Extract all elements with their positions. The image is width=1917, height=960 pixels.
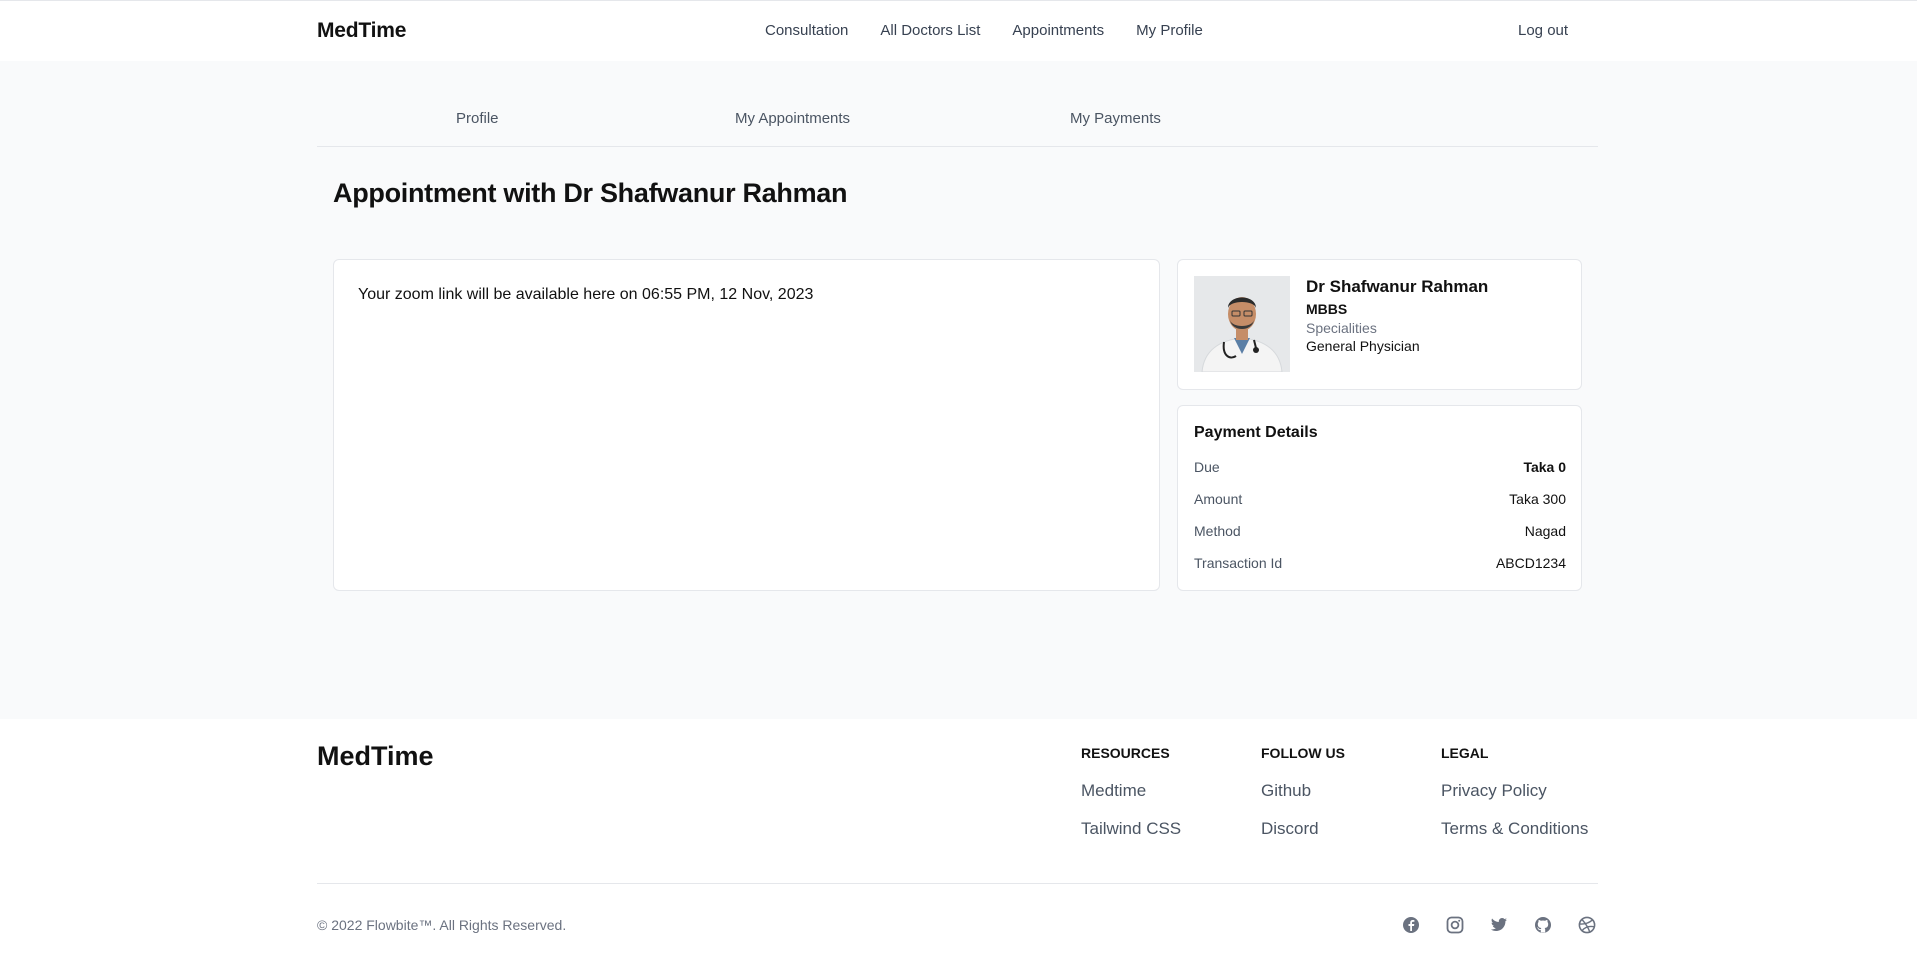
footer-link-terms-conditions[interactable]: Terms & Conditions [1441, 819, 1588, 839]
payment-row-amount: Amount Taka 300 [1194, 491, 1566, 523]
payment-details-card: Payment Details Due Taka 0 Amount Taka 3… [1177, 405, 1582, 591]
main-nav: Consultation All Doctors List Appointmen… [765, 22, 1203, 39]
zoom-link-message: Your zoom link will be available here on… [358, 286, 814, 303]
footer-divider [317, 883, 1598, 884]
footer-link-github[interactable]: Github [1261, 781, 1345, 801]
facebook-icon[interactable] [1402, 916, 1420, 934]
nav-appointments[interactable]: Appointments [1012, 22, 1104, 39]
doctor-degree: MBBS [1306, 301, 1348, 317]
doctor-name: Dr Shafwanur Rahman [1306, 277, 1489, 296]
page-title: Appointment with Dr Shafwanur Rahman [333, 178, 848, 208]
main-content: Profile My Appointments My Payments Appo… [0, 61, 1917, 719]
dribbble-icon[interactable] [1578, 916, 1596, 934]
payment-value: Nagad [1524, 523, 1566, 539]
footer-link-medtime[interactable]: Medtime [1081, 781, 1181, 801]
footer-column-resources: RESOURCES Medtime Tailwind CSS [1081, 745, 1181, 839]
footer-heading: FOLLOW US [1261, 745, 1345, 761]
nav-my-profile[interactable]: My Profile [1136, 22, 1203, 39]
nav-all-doctors-list[interactable]: All Doctors List [880, 22, 980, 39]
payment-value: Taka 300 [1509, 491, 1566, 507]
payment-rows: Due Taka 0 Amount Taka 300 Method Nagad … [1194, 459, 1566, 587]
zoom-link-panel: Your zoom link will be available here on… [333, 259, 1160, 591]
doctor-card: Dr Shafwanur Rahman MBBS Specialities Ge… [1177, 259, 1582, 390]
footer-link-discord[interactable]: Discord [1261, 819, 1345, 839]
nav-consultation[interactable]: Consultation [765, 22, 848, 39]
payment-label: Amount [1194, 491, 1243, 507]
top-navbar: MedTime Consultation All Doctors List Ap… [0, 0, 1917, 61]
github-icon[interactable] [1534, 916, 1552, 934]
tab-my-appointments[interactable]: My Appointments [735, 110, 850, 127]
payment-label: Method [1194, 523, 1241, 539]
doctor-speciality: General Physician [1306, 338, 1420, 354]
payment-row-method: Method Nagad [1194, 523, 1566, 555]
twitter-icon[interactable] [1490, 916, 1508, 934]
footer-link-privacy-policy[interactable]: Privacy Policy [1441, 781, 1588, 801]
doctor-photo [1194, 276, 1290, 372]
footer-brand[interactable]: MedTime [317, 741, 434, 772]
payment-value: ABCD1234 [1495, 555, 1566, 571]
logout-button[interactable]: Log out [1518, 22, 1568, 39]
tab-my-payments[interactable]: My Payments [1070, 110, 1161, 127]
payment-row-transaction-id: Transaction Id ABCD1234 [1194, 555, 1566, 587]
footer-heading: RESOURCES [1081, 745, 1170, 761]
payment-value: Taka 0 [1523, 459, 1566, 475]
footer-column-follow-us: FOLLOW US Github Discord [1261, 745, 1345, 839]
profile-tabs: Profile My Appointments My Payments [317, 61, 1598, 147]
tab-profile[interactable]: Profile [456, 110, 499, 127]
copyright-text: © 2022 Flowbite™. All Rights Reserved. [317, 917, 567, 933]
footer-column-legal: LEGAL Privacy Policy Terms & Conditions [1441, 745, 1588, 839]
doctor-info: Dr Shafwanur Rahman MBBS Specialities Ge… [1306, 277, 1488, 354]
social-links [1402, 916, 1596, 934]
payment-label: Transaction Id [1194, 555, 1283, 571]
footer-link-tailwind-css[interactable]: Tailwind CSS [1081, 819, 1181, 839]
footer: MedTime RESOURCES Medtime Tailwind CSS F… [0, 719, 1917, 960]
specialities-label: Specialities [1306, 320, 1377, 336]
brand-logo[interactable]: MedTime [317, 19, 406, 43]
payment-row-due: Due Taka 0 [1194, 459, 1566, 491]
footer-heading: LEGAL [1441, 745, 1489, 761]
instagram-icon[interactable] [1446, 916, 1464, 934]
payment-label: Due [1194, 459, 1220, 475]
payment-details-title: Payment Details [1194, 424, 1318, 441]
